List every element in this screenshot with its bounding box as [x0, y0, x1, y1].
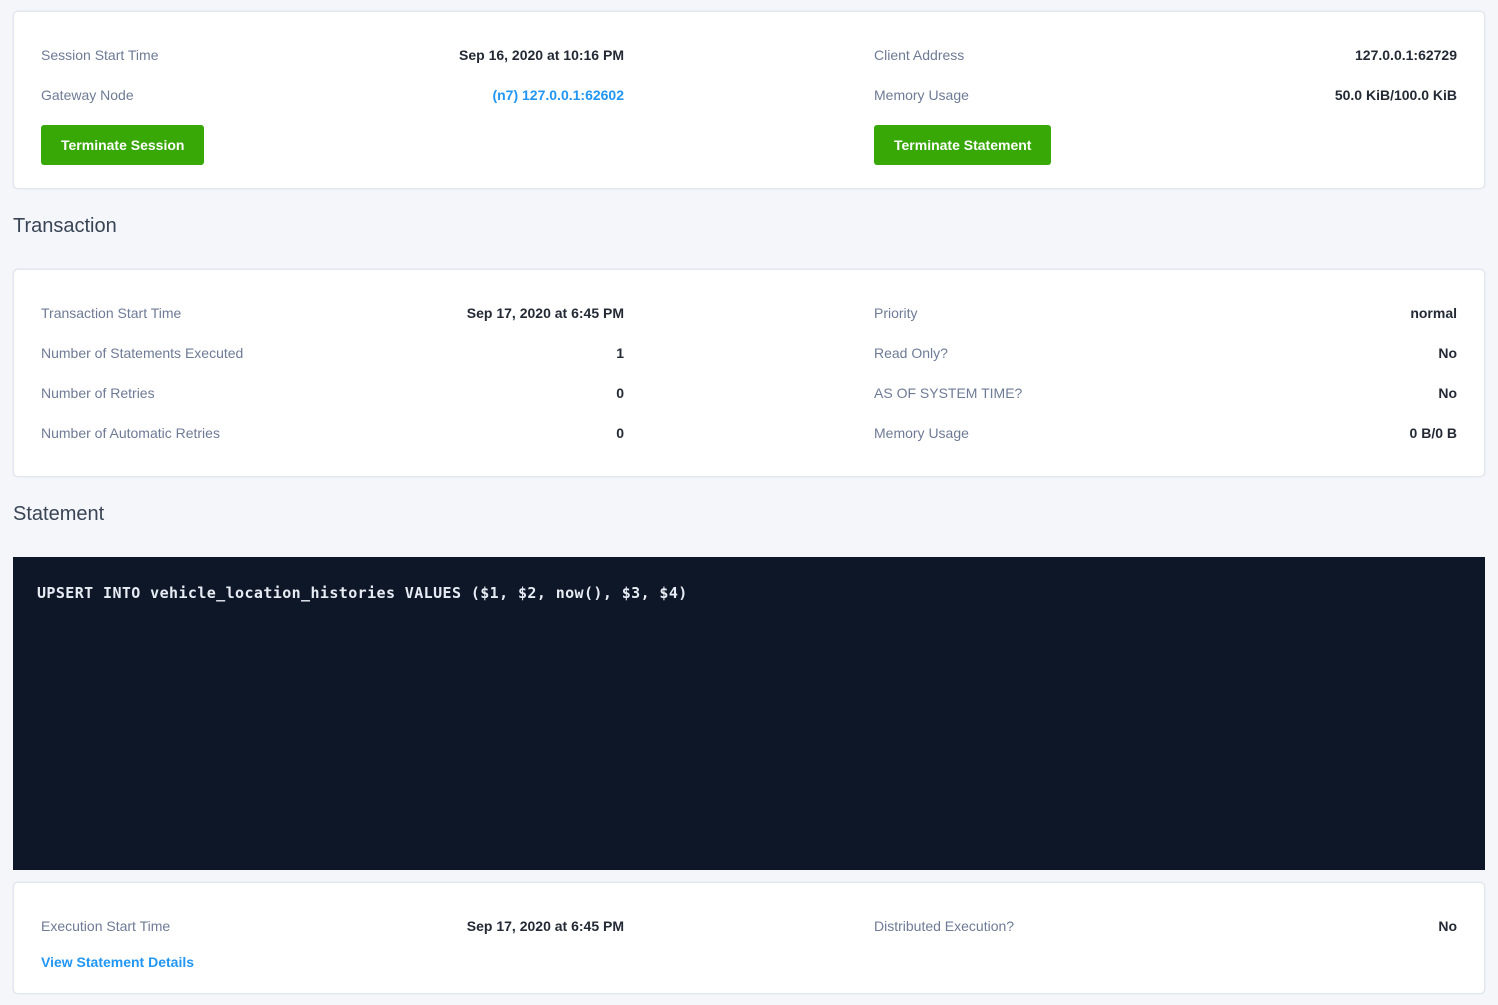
execution-details-card: Execution Start Time Sep 17, 2020 at 6:4…: [13, 882, 1485, 994]
gateway-node-label: Gateway Node: [41, 84, 134, 106]
automatic-retries-value: 0: [616, 422, 624, 444]
read-only-label: Read Only?: [874, 342, 948, 364]
session-start-time-label: Session Start Time: [41, 44, 159, 66]
session-summary-card: Session Start Time Sep 16, 2020 at 10:16…: [13, 11, 1485, 189]
session-details-page: Session Start Time Sep 16, 2020 at 10:16…: [0, 0, 1498, 994]
transaction-summary-card: Transaction Start Time Sep 17, 2020 at 6…: [13, 269, 1485, 477]
client-address-row: Client Address 127.0.0.1:62729: [874, 35, 1457, 75]
statements-executed-label: Number of Statements Executed: [41, 342, 243, 364]
transaction-memory-usage-row: Memory Usage 0 B/0 B: [874, 413, 1457, 453]
client-address-label: Client Address: [874, 44, 964, 66]
execution-start-time-value: Sep 17, 2020 at 6:45 PM: [467, 915, 624, 937]
priority-row: Priority normal: [874, 293, 1457, 333]
transaction-left-column: Transaction Start Time Sep 17, 2020 at 6…: [41, 293, 624, 453]
as-of-system-time-label: AS OF SYSTEM TIME?: [874, 382, 1022, 404]
session-start-time-value: Sep 16, 2020 at 10:16 PM: [459, 44, 624, 66]
retries-value: 0: [616, 382, 624, 404]
gateway-node-row: Gateway Node (n7) 127.0.0.1:62602: [41, 75, 624, 115]
execution-start-time-label: Execution Start Time: [41, 915, 170, 937]
view-statement-details-link[interactable]: View Statement Details: [41, 951, 194, 973]
terminate-session-button[interactable]: Terminate Session: [41, 125, 204, 165]
read-only-row: Read Only? No: [874, 333, 1457, 373]
sql-statement-text: UPSERT INTO vehicle_location_histories V…: [37, 584, 1461, 602]
automatic-retries-label: Number of Automatic Retries: [41, 422, 220, 444]
session-memory-usage-value: 50.0 KiB/100.0 KiB: [1335, 84, 1457, 106]
sql-statement-box: UPSERT INTO vehicle_location_histories V…: [13, 557, 1485, 870]
as-of-system-time-row: AS OF SYSTEM TIME? No: [874, 373, 1457, 413]
statement-section-heading: Statement: [13, 502, 1485, 526]
distributed-execution-value: No: [1438, 915, 1457, 937]
transaction-start-time-label: Transaction Start Time: [41, 302, 181, 324]
transaction-memory-usage-label: Memory Usage: [874, 422, 969, 444]
distributed-execution-label: Distributed Execution?: [874, 915, 1014, 937]
execution-left-column: Execution Start Time Sep 17, 2020 at 6:4…: [41, 906, 624, 973]
statements-executed-value: 1: [616, 342, 624, 364]
transaction-memory-usage-value: 0 B/0 B: [1410, 422, 1457, 444]
terminate-statement-button[interactable]: Terminate Statement: [874, 125, 1051, 165]
session-summary-left-column: Session Start Time Sep 16, 2020 at 10:16…: [41, 35, 624, 165]
execution-right-column: Distributed Execution? No: [874, 906, 1457, 973]
statements-executed-row: Number of Statements Executed 1: [41, 333, 624, 373]
priority-label: Priority: [874, 302, 918, 324]
automatic-retries-row: Number of Automatic Retries 0: [41, 413, 624, 453]
read-only-value: No: [1438, 342, 1457, 364]
retries-label: Number of Retries: [41, 382, 155, 404]
execution-start-time-row: Execution Start Time Sep 17, 2020 at 6:4…: [41, 906, 624, 946]
transaction-start-time-value: Sep 17, 2020 at 6:45 PM: [467, 302, 624, 324]
priority-value: normal: [1410, 302, 1457, 324]
session-summary-right-column: Client Address 127.0.0.1:62729 Memory Us…: [874, 35, 1457, 165]
distributed-execution-row: Distributed Execution? No: [874, 906, 1457, 946]
gateway-node-link[interactable]: (n7) 127.0.0.1:62602: [492, 84, 624, 106]
transaction-section-heading: Transaction: [13, 214, 1485, 238]
as-of-system-time-value: No: [1438, 382, 1457, 404]
session-memory-usage-row: Memory Usage 50.0 KiB/100.0 KiB: [874, 75, 1457, 115]
retries-row: Number of Retries 0: [41, 373, 624, 413]
session-memory-usage-label: Memory Usage: [874, 84, 969, 106]
transaction-right-column: Priority normal Read Only? No AS OF SYST…: [874, 293, 1457, 453]
transaction-start-time-row: Transaction Start Time Sep 17, 2020 at 6…: [41, 293, 624, 333]
session-start-time-row: Session Start Time Sep 16, 2020 at 10:16…: [41, 35, 624, 75]
client-address-value: 127.0.0.1:62729: [1355, 44, 1457, 66]
